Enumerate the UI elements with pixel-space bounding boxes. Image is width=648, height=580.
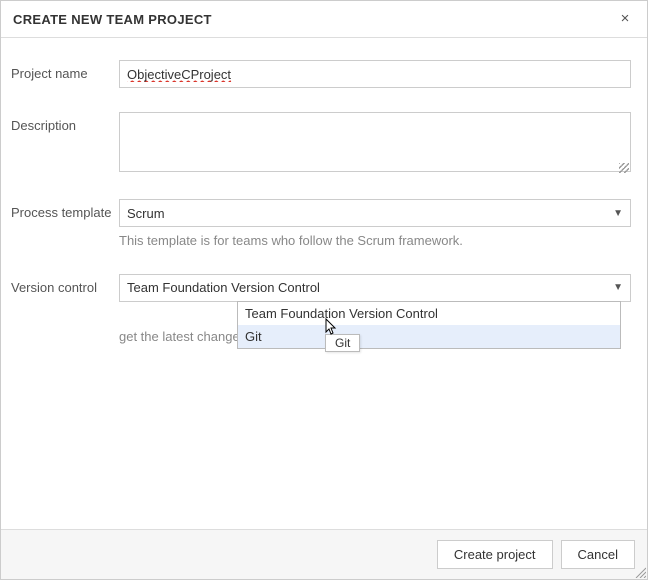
close-button[interactable]: ×: [615, 9, 635, 29]
chevron-down-icon: ▼: [613, 208, 623, 219]
version-control-help: get the latest changes.: [119, 329, 250, 344]
cancel-button[interactable]: Cancel: [561, 540, 635, 569]
project-name-input[interactable]: [119, 60, 631, 88]
chevron-down-icon: ▼: [613, 282, 623, 293]
process-template-label: Process template: [11, 199, 119, 220]
dialog-footer: Create project Cancel: [1, 529, 647, 579]
description-label: Description: [11, 112, 119, 133]
dialog-title: CREATE NEW TEAM PROJECT: [13, 12, 212, 27]
process-template-help: This template is for teams who follow th…: [119, 233, 631, 250]
description-row: Description: [11, 112, 637, 175]
process-template-select[interactable]: Scrum ▼: [119, 199, 631, 227]
version-control-row: Version control Team Foundation Version …: [11, 274, 637, 302]
process-template-row: Process template Scrum ▼ This template i…: [11, 199, 637, 250]
version-control-label: Version control: [11, 274, 119, 295]
project-name-label: Project name: [11, 60, 119, 81]
create-team-project-dialog: CREATE NEW TEAM PROJECT × Project name D…: [0, 0, 648, 580]
version-control-select[interactable]: Team Foundation Version Control ▼: [119, 274, 631, 302]
version-control-option-tfvc[interactable]: Team Foundation Version Control: [238, 302, 620, 325]
dialog-body: Project name Description Process templat…: [1, 38, 647, 529]
version-control-dropdown-list: Team Foundation Version Control Git: [237, 301, 621, 349]
process-template-selected-text: Scrum: [127, 206, 165, 221]
project-name-row: Project name: [11, 60, 637, 88]
description-textarea[interactable]: [119, 112, 631, 172]
version-control-option-git[interactable]: Git: [238, 325, 620, 348]
close-icon: ×: [621, 10, 630, 27]
resize-grip-icon[interactable]: [634, 566, 646, 578]
mouse-cursor-icon: [323, 318, 339, 338]
create-project-button[interactable]: Create project: [437, 540, 553, 569]
version-control-selected-text: Team Foundation Version Control: [127, 280, 320, 295]
dialog-header: CREATE NEW TEAM PROJECT ×: [1, 1, 647, 38]
